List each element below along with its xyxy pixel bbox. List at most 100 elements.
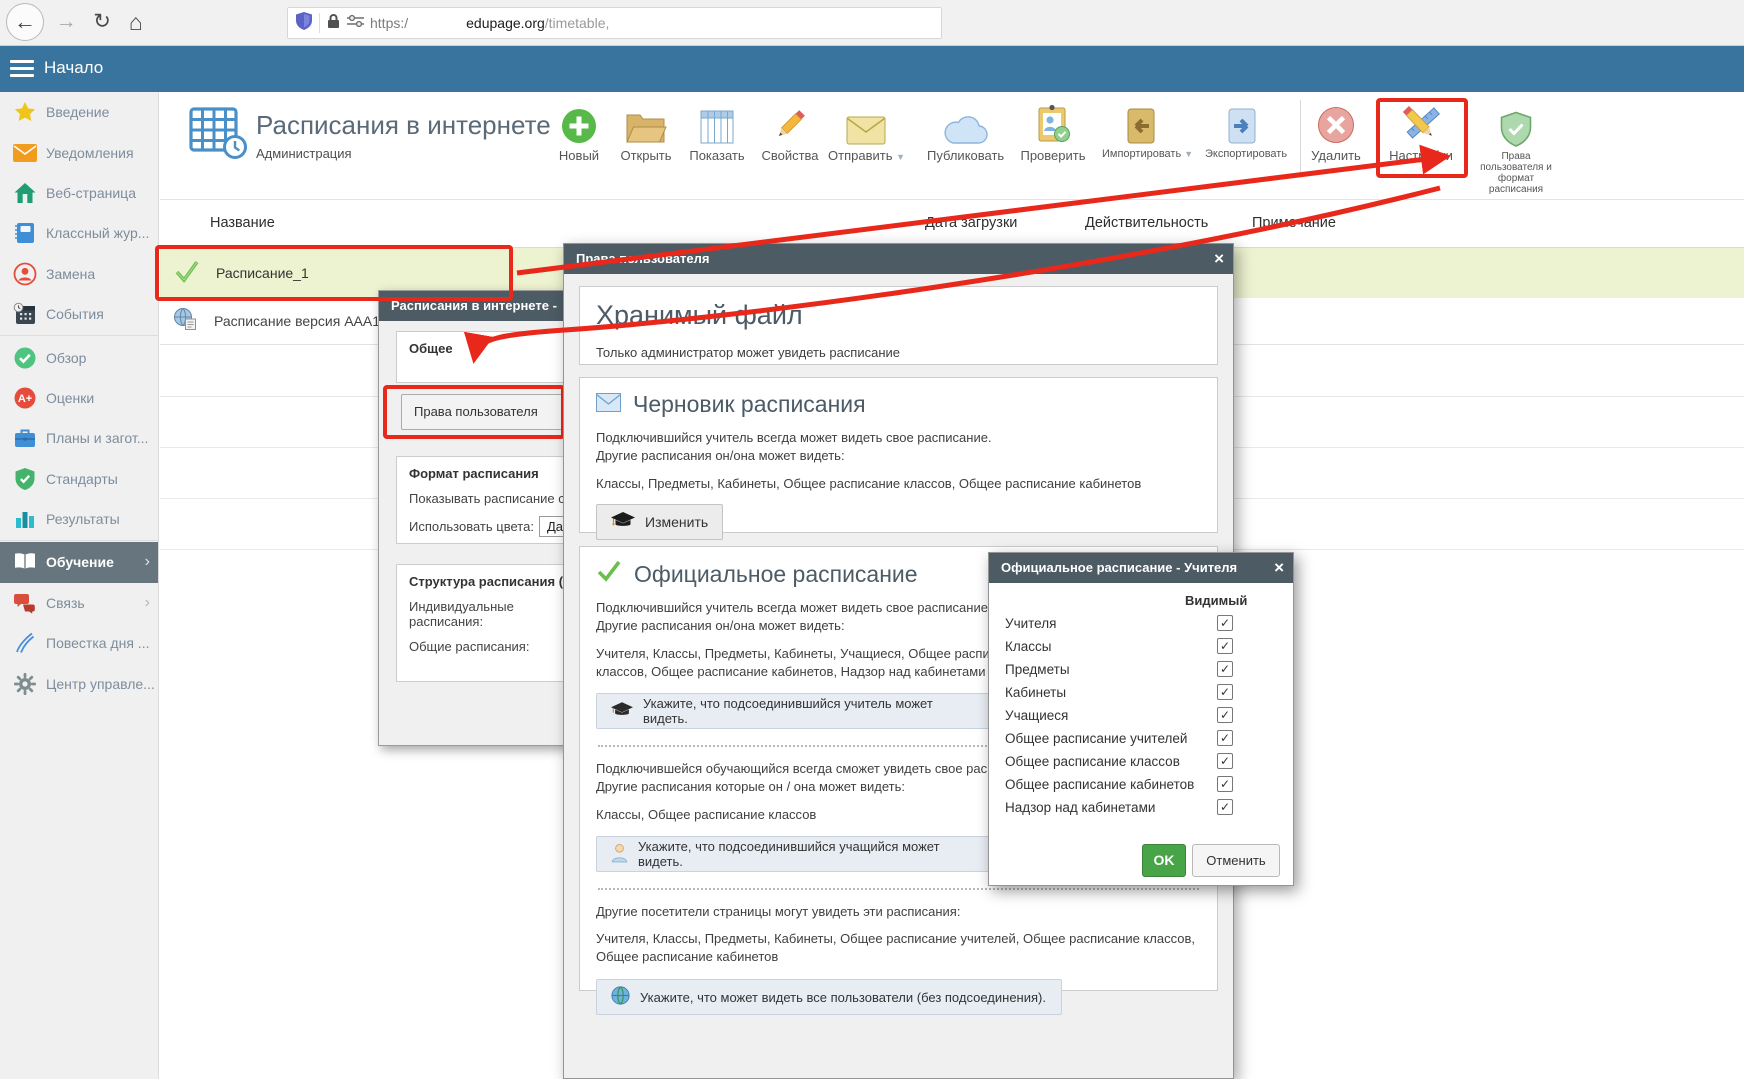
- visibility-row-teachers: Учителя: [1005, 612, 1056, 635]
- envelope-icon: [828, 101, 904, 145]
- checkbox-supervision[interactable]: ✓: [1217, 799, 1233, 815]
- toolbar-open-button[interactable]: Открыть: [608, 101, 684, 163]
- settings-tools-icon: [1383, 101, 1459, 145]
- close-icon[interactable]: ×: [1214, 244, 1224, 274]
- column-header-upload-date[interactable]: Дата загрузки: [925, 215, 1017, 231]
- row-name: Расписание_1: [216, 265, 309, 281]
- pen-icon: [12, 630, 38, 656]
- sidebar-item-communication[interactable]: Связь›: [0, 583, 158, 623]
- visibility-row-teachers-summary: Общее расписание учителей: [1005, 727, 1187, 750]
- delete-x-icon: [1298, 101, 1374, 145]
- shield-check-icon: [1478, 104, 1554, 148]
- forward-button[interactable]: →: [48, 4, 84, 40]
- url-bar[interactable]: https:/ edupage.org /timetable,: [287, 7, 942, 39]
- visibility-row-classrooms-summary: Общее расписание кабинетов: [1005, 773, 1194, 796]
- url-domain: edupage.org: [466, 15, 545, 31]
- student-visibility-button[interactable]: Укажите, что подсоединившийся учащийся м…: [596, 836, 990, 872]
- url-protocol: https:/: [370, 15, 408, 31]
- toolbar-show-button[interactable]: Показать: [679, 101, 755, 163]
- dotted-divider: [598, 888, 1199, 890]
- toolbar-publish-button[interactable]: Публиковать: [927, 101, 1003, 163]
- badge-check-icon: [1015, 101, 1091, 145]
- reload-button[interactable]: ↻: [84, 4, 120, 40]
- sidebar-item-notifications[interactable]: Уведомления: [0, 132, 158, 172]
- sidebar-item-plans[interactable]: Планы и загот...: [0, 418, 158, 458]
- browser-chrome: ← → ↻ ⌂ https:/ edupage.org /timetable,: [0, 0, 1744, 46]
- checkbox-students[interactable]: ✓: [1217, 707, 1233, 723]
- lock-icon: [327, 13, 340, 34]
- toolbar-verify-button[interactable]: Проверить: [1015, 101, 1091, 163]
- toolbar-settings-button[interactable]: Настройки: [1383, 101, 1459, 163]
- column-header-name[interactable]: Название: [210, 215, 275, 231]
- header-divider: [160, 199, 1744, 200]
- sidebar-item-webpage[interactable]: Веб-страница: [0, 173, 158, 213]
- folder-icon: [608, 101, 684, 145]
- stored-file-title: Хранимый файл: [596, 300, 1201, 331]
- table-icon: [679, 101, 755, 145]
- checkbox-classrooms[interactable]: ✓: [1217, 684, 1233, 700]
- home-button[interactable]: ⌂: [118, 4, 154, 40]
- sidebar-item-agenda[interactable]: Повестка дня ...: [0, 623, 158, 663]
- toolbar-export-button[interactable]: Экспортировать: [1205, 101, 1281, 160]
- visibility-row-supervision: Надзор над кабинетами: [1005, 796, 1155, 819]
- teacher-visibility-button[interactable]: Укажите, что подсоединившийся учитель мо…: [596, 693, 990, 729]
- checkbox-teachers-summary[interactable]: ✓: [1217, 730, 1233, 746]
- bar-chart-icon: [12, 506, 38, 532]
- sidebar-item-control-center[interactable]: Центр управле...: [0, 663, 158, 703]
- open-book-icon: [12, 549, 38, 575]
- sidebar-item-substitution[interactable]: Замена: [0, 254, 158, 294]
- toolbar-send-button[interactable]: Отправить ▼: [828, 101, 904, 163]
- back-button[interactable]: ←: [6, 3, 44, 41]
- sidebar-item-classbook[interactable]: Классный жур...: [0, 213, 158, 253]
- sidebar-item-overview[interactable]: Обзор: [0, 337, 158, 377]
- column-header-validity[interactable]: Действительность: [1085, 215, 1208, 231]
- page-title: Расписания в интернете: [256, 110, 551, 141]
- star-icon: [12, 99, 38, 125]
- checkbox-classes[interactable]: ✓: [1217, 638, 1233, 654]
- dropdown-caret-icon: ▼: [896, 152, 905, 162]
- envelope-icon: [596, 391, 621, 418]
- checkbox-subjects[interactable]: ✓: [1217, 661, 1233, 677]
- public-visibility-button[interactable]: Укажите, что может видеть все пользовате…: [596, 979, 1062, 1015]
- change-button[interactable]: Изменить: [596, 504, 723, 540]
- app-header: Начало: [0, 46, 1744, 92]
- sidebar-item-standards[interactable]: Стандарты: [0, 459, 158, 499]
- draft-title-row: Черновик расписания: [596, 391, 1201, 418]
- checkbox-classrooms-summary[interactable]: ✓: [1217, 776, 1233, 792]
- sidebar-item-introduction[interactable]: Введение: [0, 92, 158, 132]
- cancel-button[interactable]: Отменить: [1192, 844, 1280, 877]
- student-icon: [611, 843, 628, 866]
- toolbar-import-button[interactable]: Импортировать ▼: [1102, 101, 1178, 160]
- toolbar-new-button[interactable]: Новый: [541, 101, 617, 163]
- shield-check-icon: [12, 466, 38, 492]
- screen: ← → ↻ ⌂ https:/ edupage.org /timetable, …: [0, 0, 1744, 1079]
- toolbar-delete-button[interactable]: Удалить: [1298, 101, 1374, 163]
- sidebar-item-education[interactable]: Обучение›: [0, 542, 158, 582]
- ok-button[interactable]: OK: [1142, 844, 1186, 877]
- official-dialog-titlebar[interactable]: Официальное расписание - Учителя×: [989, 553, 1293, 583]
- url-path: /timetable,: [545, 15, 610, 31]
- checkbox-teachers[interactable]: ✓: [1217, 615, 1233, 631]
- sidebar-item-results[interactable]: Результаты: [0, 499, 158, 539]
- green-check-icon: [174, 259, 200, 288]
- sidebar-item-grades[interactable]: A+Оценки: [0, 378, 158, 418]
- chat-icon: [12, 590, 38, 616]
- menu-icon[interactable]: [10, 60, 34, 78]
- graduation-cap-icon: [611, 702, 633, 721]
- checkbox-classes-summary[interactable]: ✓: [1217, 753, 1233, 769]
- sidebar-item-events[interactable]: События: [0, 294, 158, 334]
- green-check-icon: [596, 560, 622, 588]
- graduation-cap-icon: [611, 512, 635, 532]
- close-icon[interactable]: ×: [1274, 553, 1284, 583]
- toolbar-properties-button[interactable]: Свойства: [752, 101, 828, 163]
- row-name: Расписание версия AAA1: [214, 313, 380, 329]
- visibility-row-subjects: Предметы: [1005, 658, 1070, 681]
- app-title: Начало: [44, 58, 103, 78]
- toolbar-user-rights-button[interactable]: Права пользователя и формат расписания: [1478, 104, 1554, 195]
- official-teachers-dialog: Официальное расписание - Учителя× Видимы…: [988, 552, 1294, 886]
- shield-icon: [296, 12, 312, 35]
- user-rights-dialog-titlebar[interactable]: Права пользователя×: [564, 244, 1233, 274]
- import-icon: [1102, 101, 1178, 145]
- column-header-note[interactable]: Примечание: [1252, 215, 1336, 231]
- timetable-grid-icon: [188, 106, 250, 165]
